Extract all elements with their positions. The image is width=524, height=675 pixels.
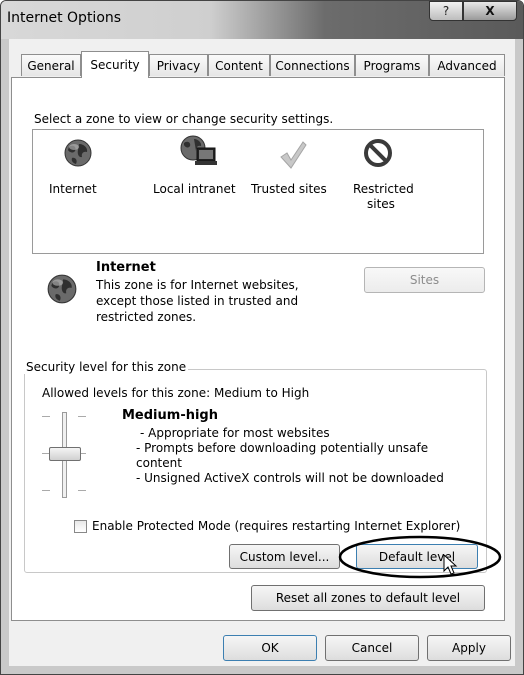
cancel-label: Cancel: [351, 641, 393, 655]
tab-programs[interactable]: Programs: [355, 54, 429, 76]
zone-prompt: Select a zone to view or change security…: [34, 112, 334, 126]
zone-label-internet: Internet: [49, 182, 97, 196]
highlight-ellipse: [338, 535, 502, 579]
description-line: This zone is for Internet websites,: [96, 278, 299, 292]
tab-security[interactable]: Security: [81, 51, 149, 78]
tab-label: Content: [215, 58, 263, 73]
zone-label-restricted-line2: sites: [367, 197, 395, 211]
dialog-client-area: General Security Privacy Content Connect…: [9, 39, 515, 666]
sites-button[interactable]: Sites: [364, 267, 485, 293]
zone-item-local-intranet[interactable]: Local intranet: [149, 130, 245, 202]
close-button[interactable]: X: [463, 1, 517, 21]
security-level-details: - Appropriate for most websites - Prompt…: [136, 426, 444, 486]
description-line: except those listed in trusted and: [96, 294, 299, 308]
zone-item-trusted-sites[interactable]: Trusted sites: [245, 130, 333, 202]
description-line: restricted zones.: [96, 310, 197, 324]
tab-privacy[interactable]: Privacy: [149, 54, 208, 76]
security-level-name: Medium-high: [122, 408, 218, 423]
tab-strip: General Security Privacy Content Connect…: [9, 51, 515, 78]
level-bullet: - Unsigned ActiveX controls will not be …: [136, 471, 444, 485]
apply-button[interactable]: Apply: [427, 635, 511, 661]
tab-general[interactable]: General: [21, 54, 81, 76]
level-bullet: - Prompts before downloading potentially…: [136, 441, 429, 455]
sites-button-label: Sites: [409, 273, 440, 287]
tab-label: Privacy: [156, 58, 201, 73]
tab-content[interactable]: Content: [208, 54, 270, 76]
zone-list[interactable]: Internet Local intranet Trusted sites Re…: [32, 129, 484, 254]
tab-connections[interactable]: Connections: [270, 54, 355, 76]
zone-item-internet[interactable]: Internet: [33, 130, 137, 202]
tab-label: Connections: [275, 58, 350, 73]
checkmark-icon: [280, 141, 307, 169]
level-bullet: content: [136, 456, 182, 470]
ok-label: OK: [261, 641, 279, 655]
tab-advanced[interactable]: Advanced: [429, 54, 505, 76]
help-icon: ?: [442, 4, 450, 18]
globe-icon: [64, 139, 92, 167]
zone-label-trusted-sites: Trusted sites: [251, 182, 327, 196]
intranet-icon: [180, 135, 217, 165]
slider-thumb[interactable]: [49, 447, 81, 461]
selected-zone-description: This zone is for Internet websites, exce…: [96, 277, 299, 325]
reset-all-zones-label: Reset all zones to default level: [275, 591, 461, 605]
reset-all-zones-button[interactable]: Reset all zones to default level: [251, 585, 485, 611]
custom-level-label: Custom level...: [239, 549, 330, 564]
protected-mode-label: Enable Protected Mode (requires restarti…: [92, 519, 461, 533]
level-bullet: - Appropriate for most websites: [140, 426, 330, 440]
internet-options-window: Internet Options ? X General Security Pr…: [0, 0, 524, 675]
title-bar[interactable]: Internet Options ? X: [1, 1, 523, 39]
tab-label: Programs: [363, 58, 421, 73]
mouse-cursor-icon: [443, 554, 458, 575]
tab-label: Advanced: [437, 58, 497, 73]
ok-button[interactable]: OK: [223, 635, 317, 661]
help-button[interactable]: ?: [429, 1, 463, 21]
apply-label: Apply: [452, 641, 486, 655]
zone-label-local-intranet: Local intranet: [153, 182, 236, 196]
zone-item-restricted-sites[interactable]: Restricted sites: [339, 130, 419, 211]
blocked-icon: [364, 139, 392, 167]
protected-mode-checkbox[interactable]: [74, 520, 87, 533]
cancel-button[interactable]: Cancel: [325, 635, 419, 661]
selected-zone-name: Internet: [96, 260, 156, 275]
tab-label: Security: [90, 58, 140, 72]
window-title: Internet Options: [7, 10, 122, 26]
tab-label: General: [27, 58, 75, 73]
close-icon: X: [485, 4, 495, 18]
security-level-group-title: Security level for this zone: [24, 360, 189, 374]
custom-level-button[interactable]: Custom level...: [229, 544, 340, 569]
zone-label-restricted-line1: Restricted: [353, 182, 414, 196]
globe-icon: [47, 274, 77, 304]
allowed-levels-text: Allowed levels for this zone: Medium to …: [42, 386, 310, 400]
security-level-slider[interactable]: [34, 408, 94, 500]
security-tab-panel: Select a zone to view or change security…: [11, 77, 505, 621]
